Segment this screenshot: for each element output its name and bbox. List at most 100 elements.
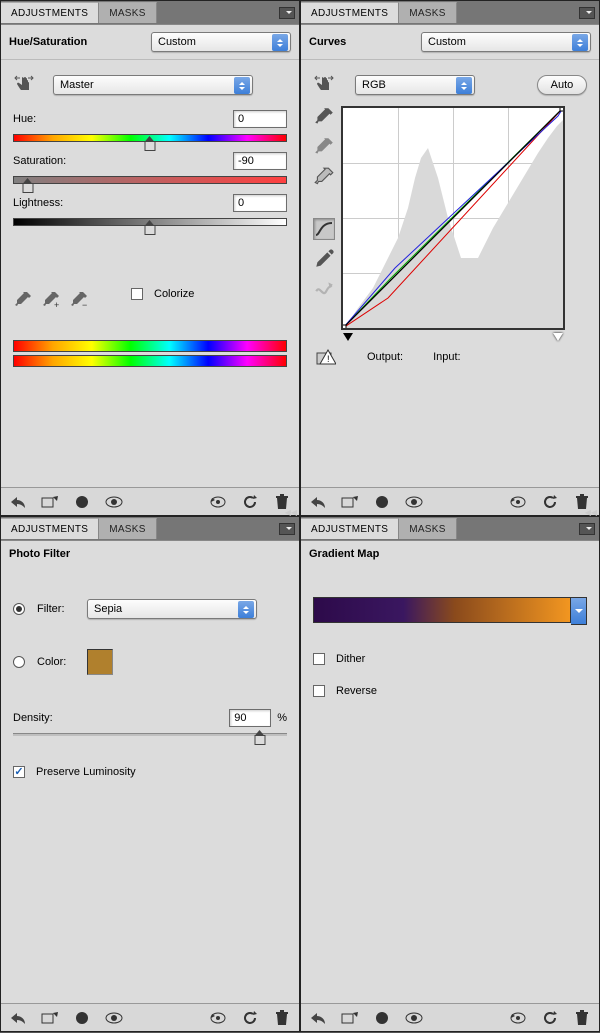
- tab-bar: ◀◀ ADJUSTMENTS MASKS: [1, 1, 299, 25]
- trash-icon[interactable]: [271, 1008, 293, 1028]
- color-swatch[interactable]: [87, 649, 113, 675]
- clip-to-layer-icon[interactable]: [71, 1008, 93, 1028]
- gradient-preview[interactable]: [313, 597, 571, 623]
- black-point-eyedropper-icon[interactable]: [313, 106, 335, 128]
- panel-footer: [301, 1003, 599, 1031]
- eyedropper-plus-icon[interactable]: +: [41, 290, 61, 310]
- visibility-icon[interactable]: [103, 1008, 125, 1028]
- tab-masks[interactable]: MASKS: [399, 2, 457, 23]
- clip-to-layer-icon[interactable]: [371, 492, 393, 512]
- tab-bar: ◀◀ ADJUSTMENTS MASKS: [301, 517, 599, 541]
- expand-view-icon[interactable]: [39, 1008, 61, 1028]
- tab-adjustments[interactable]: ADJUSTMENTS: [1, 2, 99, 23]
- density-unit: %: [277, 712, 287, 724]
- density-input[interactable]: [229, 709, 271, 727]
- collapse-icon[interactable]: ◀◀: [585, 0, 597, 1]
- panel-menu-icon[interactable]: [279, 523, 295, 535]
- lightness-label: Lightness:: [13, 197, 83, 209]
- gray-point-eyedropper-icon[interactable]: [313, 136, 335, 158]
- lightness-thumb[interactable]: [145, 225, 156, 235]
- back-icon[interactable]: [7, 492, 29, 512]
- hue-slider[interactable]: [13, 134, 287, 142]
- hue-input[interactable]: [233, 110, 287, 128]
- tab-masks[interactable]: MASKS: [99, 2, 157, 23]
- saturation-slider[interactable]: [13, 176, 287, 184]
- reset-icon[interactable]: [539, 1008, 561, 1028]
- clip-warning-icon[interactable]: !: [315, 347, 337, 367]
- white-point-slider[interactable]: [553, 333, 563, 341]
- white-point-eyedropper-icon[interactable]: [313, 166, 335, 188]
- targeted-adjust-icon[interactable]: [313, 74, 335, 96]
- auto-button[interactable]: Auto: [537, 75, 587, 95]
- reset-icon[interactable]: [539, 492, 561, 512]
- reset-icon[interactable]: [239, 492, 261, 512]
- dropdown-arrows-icon: [572, 34, 588, 51]
- svg-text:−: −: [82, 300, 87, 310]
- previous-state-icon[interactable]: [207, 492, 229, 512]
- eyedropper-icon[interactable]: [13, 290, 33, 310]
- panel-menu-icon[interactable]: [579, 7, 595, 19]
- reverse-checkbox[interactable]: [313, 685, 325, 697]
- tab-adjustments[interactable]: ADJUSTMENTS: [301, 2, 399, 23]
- previous-state-icon[interactable]: [507, 492, 529, 512]
- channel-dropdown[interactable]: RGB: [355, 75, 475, 95]
- panel-menu-icon[interactable]: [279, 7, 295, 19]
- collapse-icon[interactable]: ◀◀: [285, 0, 297, 1]
- panel-title: Hue/Saturation: [9, 36, 87, 48]
- preserve-luminosity-checkbox[interactable]: [13, 766, 25, 778]
- panel-footer: [1, 1003, 299, 1031]
- expand-view-icon[interactable]: [339, 1008, 361, 1028]
- tab-masks[interactable]: MASKS: [399, 518, 457, 539]
- targeted-adjust-icon[interactable]: [13, 74, 35, 96]
- collapse-icon[interactable]: ◀◀: [585, 508, 597, 517]
- visibility-icon[interactable]: [403, 492, 425, 512]
- expand-view-icon[interactable]: [339, 492, 361, 512]
- previous-state-icon[interactable]: [507, 1008, 529, 1028]
- colorize-checkbox[interactable]: [131, 288, 143, 300]
- gradient-picker-toggle[interactable]: [571, 597, 587, 625]
- density-thumb[interactable]: [254, 735, 265, 745]
- dither-checkbox[interactable]: [313, 653, 325, 665]
- black-point-slider[interactable]: [343, 333, 353, 341]
- reset-icon[interactable]: [239, 1008, 261, 1028]
- tab-adjustments[interactable]: ADJUSTMENTS: [301, 518, 399, 539]
- panel-header: Hue/Saturation Custom: [1, 25, 299, 60]
- channel-value: Master: [60, 79, 94, 91]
- filter-dropdown[interactable]: Sepia: [87, 599, 257, 619]
- lightness-input[interactable]: [233, 194, 287, 212]
- panel-title: Photo Filter: [9, 548, 70, 560]
- clip-to-layer-icon[interactable]: [71, 492, 93, 512]
- pencil-tool-icon[interactable]: [313, 248, 335, 270]
- tab-adjustments[interactable]: ADJUSTMENTS: [1, 518, 99, 539]
- back-icon[interactable]: [7, 1008, 29, 1028]
- visibility-icon[interactable]: [403, 1008, 425, 1028]
- density-slider[interactable]: [13, 733, 287, 736]
- back-icon[interactable]: [307, 1008, 329, 1028]
- panel-title: Curves: [309, 36, 346, 48]
- dither-label: Dither: [336, 653, 365, 665]
- curves-graph[interactable]: [341, 106, 565, 330]
- preset-dropdown[interactable]: Custom: [421, 32, 591, 52]
- dropdown-arrows-icon: [456, 77, 472, 94]
- output-label: Output:: [367, 351, 403, 363]
- panel-menu-icon[interactable]: [579, 523, 595, 535]
- channel-dropdown[interactable]: Master: [53, 75, 253, 95]
- color-range-bottom: [13, 355, 287, 367]
- tab-masks[interactable]: MASKS: [99, 518, 157, 539]
- curve-point-tool-icon[interactable]: [313, 218, 335, 240]
- eyedropper-minus-icon[interactable]: −: [69, 290, 89, 310]
- saturation-thumb[interactable]: [22, 183, 33, 193]
- collapse-icon[interactable]: ◀◀: [285, 508, 297, 517]
- preset-dropdown[interactable]: Custom: [151, 32, 291, 52]
- clip-to-layer-icon[interactable]: [371, 1008, 393, 1028]
- lightness-slider[interactable]: [13, 218, 287, 226]
- back-icon[interactable]: [307, 492, 329, 512]
- previous-state-icon[interactable]: [207, 1008, 229, 1028]
- visibility-icon[interactable]: [103, 492, 125, 512]
- expand-view-icon[interactable]: [39, 492, 61, 512]
- color-radio[interactable]: [13, 656, 25, 668]
- hue-thumb[interactable]: [145, 141, 156, 151]
- trash-icon[interactable]: [571, 1008, 593, 1028]
- saturation-input[interactable]: [233, 152, 287, 170]
- filter-radio[interactable]: [13, 603, 25, 615]
